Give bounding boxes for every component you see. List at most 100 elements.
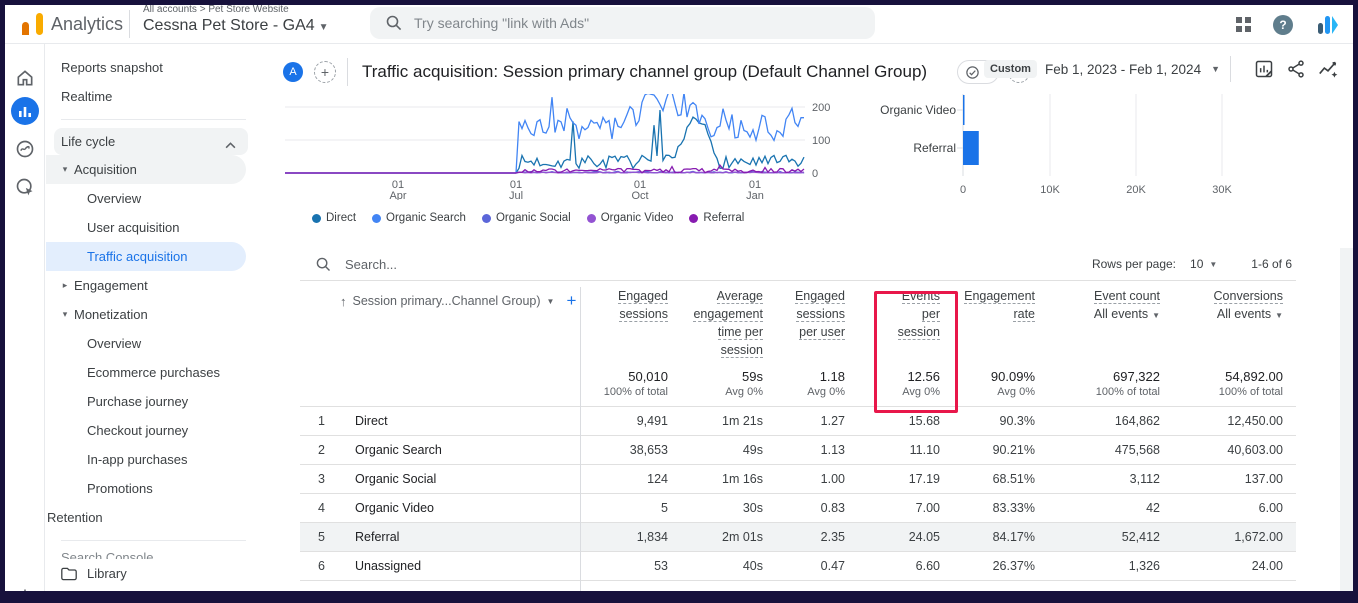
column-total: 12.56 [853, 369, 940, 384]
sidebar-divider [46, 111, 258, 128]
column-total-subtext: Avg 0% [948, 386, 1035, 398]
row-metric-cell: 0.47 [771, 559, 853, 573]
legend-item-direct: Direct [312, 212, 356, 224]
expand-arrow-icon[interactable]: ▾ [57, 309, 73, 320]
sidebar-item-promotions[interactable]: Promotions [46, 474, 258, 503]
svg-text:Jan: Jan [746, 190, 764, 200]
row-dimension-cell: 6Unassigned [300, 559, 580, 573]
collapse-arrow-icon[interactable]: ▸ [57, 280, 73, 291]
reports-sidebar: Reports snapshotRealtime Life cycle▾Acqui… [46, 44, 258, 591]
insights-icon[interactable] [1317, 58, 1339, 80]
chart-legend: DirectOrganic SearchOrganic SocialOrgani… [312, 212, 744, 224]
table-row-organic-video[interactable]: 4Organic Video530s0.837.0083.33%426.00 [300, 494, 1296, 523]
share-icon[interactable] [1285, 58, 1307, 80]
add-dimension-button[interactable]: + [566, 291, 576, 311]
row-metric-cell: 0.83 [771, 501, 853, 515]
column-header-events-per-session[interactable]: Eventspersession [853, 288, 940, 342]
sidebar-item-life-cycle[interactable]: Life cycle [54, 128, 248, 155]
row-metric-cell: 1,672.00 [1168, 530, 1291, 544]
row-metric-cell: 2m 01s [676, 530, 771, 544]
column-header-engaged-sessions-per-user[interactable]: Engagedsessionsper user [771, 288, 845, 342]
row-dimension-cell: 5Referral [300, 530, 580, 544]
row-number: 1 [318, 414, 348, 428]
row-metric-cell: 7.00 [853, 501, 948, 515]
sessions-over-time-line-chart: 010020001Apr01Jul01Oct01Jan [280, 94, 840, 200]
sidebar-item-clipped-search-console[interactable]: Search Console [46, 549, 258, 559]
dimension-header[interactable]: ↑ Session primary...Channel Group) ▼ + [340, 291, 576, 311]
advertising-icon[interactable] [5, 172, 45, 202]
date-range-selector[interactable]: Feb 1, 2023 - Feb 1, 2024 [1045, 62, 1201, 77]
sidebar-item-checkout-journey[interactable]: Checkout journey [46, 416, 258, 445]
row-metric-cell: 15.68 [853, 414, 948, 428]
sidebar-item-purchase-journey[interactable]: Purchase journey [46, 387, 258, 416]
table-row-unassigned[interactable]: 6Unassigned5340s0.476.6026.37%1,32624.00 [300, 552, 1296, 581]
row-metric-cell: 90.21% [948, 443, 1043, 457]
report-header: A + Traffic acquisition: Session primary… [258, 44, 1353, 94]
help-icon[interactable]: ? [1273, 15, 1293, 35]
row-metric-cell: 52,412 [1043, 530, 1168, 544]
column-total: 697,322 [1043, 369, 1160, 384]
row-number: 3 [318, 472, 348, 486]
sidebar-item-overview[interactable]: Overview [46, 184, 258, 213]
edit-chart-icon[interactable] [1253, 58, 1275, 80]
property-switcher[interactable]: Cessna Pet Store - GA4▼ [143, 17, 329, 35]
sidebar-item-in-app-purchases[interactable]: In-app purchases [46, 445, 258, 474]
metric-selector[interactable]: All events▼ [1168, 306, 1283, 324]
row-metric-cell: 6.00 [1168, 501, 1291, 515]
metric-selector[interactable]: All events▼ [1043, 306, 1160, 324]
sidebar-item-traffic-acquisition[interactable]: Traffic acquisition [46, 242, 246, 271]
breadcrumb[interactable]: All accounts > Pet Store Website [143, 5, 289, 15]
explore-icon[interactable] [5, 134, 45, 164]
table-scrollbar[interactable] [1340, 248, 1353, 591]
sidebar-item-retention[interactable]: Retention [46, 503, 258, 532]
sidebar-item-monetization[interactable]: ▾Monetization [46, 300, 258, 329]
column-header-average-engagement-time-per-session[interactable]: Averageengagementtime persession [676, 288, 763, 360]
table-row-referral[interactable]: 5Referral1,8342m 01s2.3524.0584.17%52,41… [300, 523, 1296, 552]
sidebar-item-library[interactable]: Library [46, 559, 258, 588]
legend-dot [587, 214, 596, 223]
legend-item-referral: Referral [689, 212, 744, 224]
row-metric-cell: 137.00 [1168, 472, 1291, 486]
nav-rail [5, 44, 45, 591]
row-metric-cell: 26.37% [948, 559, 1043, 573]
table-row-organic-social[interactable]: 3Organic Social1241m 16s1.0017.1968.51%3… [300, 465, 1296, 494]
column-total: 50,010 [580, 369, 668, 384]
header-divider [347, 58, 348, 86]
svg-text:0: 0 [960, 184, 966, 196]
column-header-engagement-rate[interactable]: Engagementrate [948, 288, 1035, 324]
column-header-conversions[interactable]: ConversionsAll events▼ [1168, 288, 1283, 324]
column-header-event-count[interactable]: Event countAll events▼ [1043, 288, 1160, 324]
sidebar-item-overview[interactable]: Overview [46, 329, 258, 358]
row-metric-cell: 3,112 [1043, 472, 1168, 486]
table-row-organic-search[interactable]: 2Organic Search38,65349s1.1311.1090.21%4… [300, 436, 1296, 465]
account-avatar[interactable] [1315, 13, 1339, 37]
row-number: 5 [318, 530, 348, 544]
table-search-input[interactable]: Search... [345, 257, 397, 272]
analytics-logo-icon[interactable] [19, 13, 45, 35]
sidebar-item-realtime[interactable]: Realtime [46, 82, 258, 111]
chevron-up-icon[interactable] [225, 137, 236, 152]
sidebar-item-reports-snapshot[interactable]: Reports snapshot [46, 53, 258, 82]
add-comparison-button[interactable]: + [314, 61, 336, 83]
sidebar-item-user-acquisition[interactable]: User acquisition [46, 213, 258, 242]
column-total: 59s [676, 369, 763, 384]
chevron-down-icon: ▼ [319, 22, 329, 33]
svg-text:30K: 30K [1212, 184, 1232, 196]
expand-arrow-icon[interactable]: ▾ [57, 164, 73, 175]
table-row-direct[interactable]: 1Direct9,4911m 21s1.2715.6890.3%164,8621… [300, 407, 1296, 436]
global-search-input[interactable]: Try searching "link with Ads" [370, 7, 875, 39]
sidebar-item-engagement[interactable]: ▸Engagement [46, 271, 258, 300]
sidebar-item-ecommerce-purchases[interactable]: Ecommerce purchases [46, 358, 258, 387]
row-metric-cell: 40s [676, 559, 771, 573]
reports-icon[interactable] [5, 96, 45, 126]
home-icon[interactable] [5, 63, 45, 93]
main-content: A + Traffic acquisition: Session primary… [258, 44, 1353, 591]
sidebar-item-acquisition[interactable]: ▾Acquisition [46, 155, 246, 184]
apps-grid-icon[interactable] [1236, 17, 1251, 32]
comparison-chip[interactable]: A [283, 62, 303, 82]
settings-gear-icon[interactable] [5, 582, 45, 591]
rows-per-page-select[interactable]: 10 [1190, 257, 1203, 271]
column-header-engaged-sessions[interactable]: Engagedsessions [580, 288, 668, 324]
table-column-separator [580, 287, 581, 591]
channel-name: Organic Social [355, 472, 436, 486]
